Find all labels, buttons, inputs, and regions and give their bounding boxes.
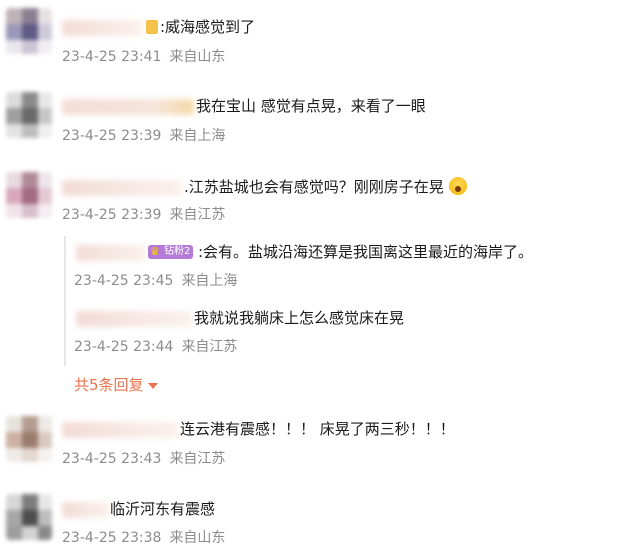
reply-username-blurred[interactable]	[76, 311, 192, 327]
comment-meta: 23-4-25 23:39 来自江苏	[62, 206, 225, 224]
reply-location: 来自上海	[181, 273, 238, 289]
comment-location: 来自上海	[169, 128, 226, 144]
comment-time: 23-4-25 23:39	[62, 128, 162, 144]
caret-down-icon	[147, 382, 158, 389]
comment-text: .江苏盐城也会有感觉吗？刚刚房子在晃	[184, 177, 467, 197]
reply-location: 来自江苏	[181, 339, 238, 355]
comment-time: 23-4-25 23:38	[62, 530, 162, 546]
reply-time: 23-4-25 23:45	[74, 273, 174, 289]
reply-time: 23-4-25 23:44	[74, 339, 174, 355]
reply-meta: 23-4-25 23:44 来自江苏	[74, 338, 237, 356]
comment-meta: 23-4-25 23:39 来自上海	[62, 127, 225, 145]
comment-time: 23-4-25 23:43	[62, 451, 162, 467]
comment-time: 23-4-25 23:41	[62, 49, 162, 65]
comment-text-content: .江苏盐城也会有感觉吗？刚刚房子在晃	[184, 178, 444, 196]
avatar[interactable]	[6, 172, 52, 218]
avatar[interactable]	[6, 494, 52, 540]
reply-text: 我就说我躺床上怎么感觉床在晃	[194, 309, 405, 327]
comment-time: 23-4-25 23:39	[62, 207, 162, 223]
comment-location: 来自江苏	[169, 451, 226, 467]
comment-text: 我在宝山 感觉有点晃，来看了一眼	[196, 97, 426, 115]
more-replies-label[interactable]: 共5条回复	[74, 376, 144, 394]
comment-text: :威海感觉到了	[160, 18, 256, 36]
username-blurred[interactable]	[62, 422, 178, 438]
astonished-face-emoji-icon	[448, 177, 467, 195]
comment-meta: 23-4-25 23:41 来自山东	[62, 48, 225, 66]
comment-location: 来自山东	[169, 530, 226, 546]
username-blurred[interactable]	[62, 180, 182, 196]
comment-text: 连云港有震感！！！ 床晃了两三秒！！！	[180, 420, 455, 438]
vip-badge-icon	[146, 20, 158, 34]
comment-meta: 23-4-25 23:43 来自江苏	[62, 450, 225, 468]
username-blurred[interactable]	[62, 502, 110, 518]
username-blurred[interactable]	[62, 20, 142, 36]
avatar[interactable]	[6, 92, 52, 138]
crown-icon: ♛	[150, 245, 160, 258]
avatar[interactable]	[6, 416, 52, 462]
comment-meta: 23-4-25 23:38 来自山东	[62, 529, 225, 547]
reply-meta: 23-4-25 23:45 来自上海	[74, 272, 237, 290]
badge-label: 钻粉2	[164, 246, 191, 257]
reply-username-blurred[interactable]	[76, 245, 146, 261]
more-replies-link[interactable]: 共5条回复	[74, 374, 158, 395]
reply-text: :会有。盐城沿海还算是我国离这里最近的海岸了。	[198, 243, 534, 261]
reply-thread-divider	[64, 236, 66, 366]
fan-level-badge: ♛ 钻粉2	[148, 245, 194, 259]
comment-text: 临沂河东有震感	[110, 500, 216, 518]
avatar[interactable]	[6, 8, 52, 54]
username-blurred[interactable]	[62, 99, 194, 115]
comment-location: 来自江苏	[169, 207, 226, 223]
comment-location: 来自山东	[169, 49, 226, 65]
